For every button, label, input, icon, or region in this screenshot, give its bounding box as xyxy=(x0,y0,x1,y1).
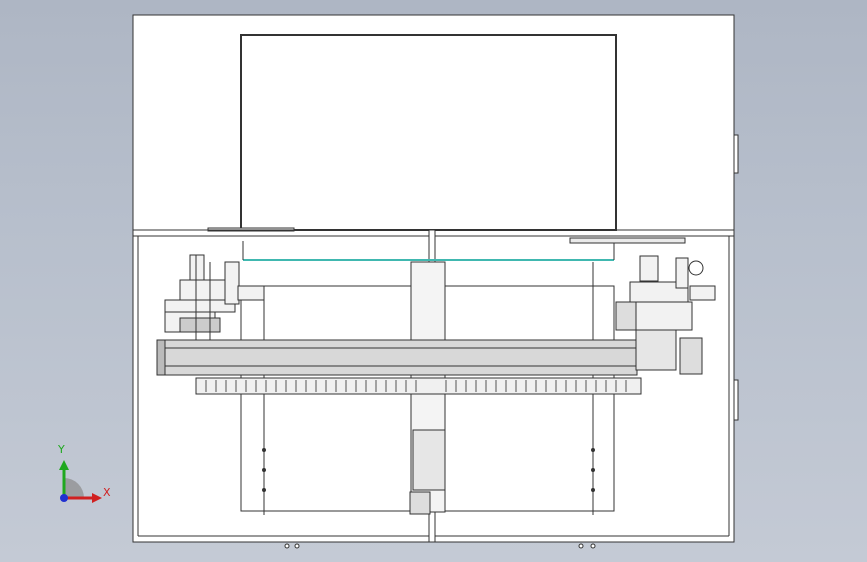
side-handle-upper xyxy=(733,134,739,174)
cad-viewport[interactable] xyxy=(0,0,867,562)
cable-chain xyxy=(195,377,642,395)
axis-y-label: Y xyxy=(58,443,65,456)
axis-x-label: X xyxy=(103,486,111,499)
triad-arc-icon xyxy=(64,478,84,498)
gantry-rail xyxy=(156,339,638,376)
triad-origin xyxy=(60,494,68,502)
side-handle-lower xyxy=(733,379,739,421)
coordinate-triad xyxy=(59,460,102,503)
